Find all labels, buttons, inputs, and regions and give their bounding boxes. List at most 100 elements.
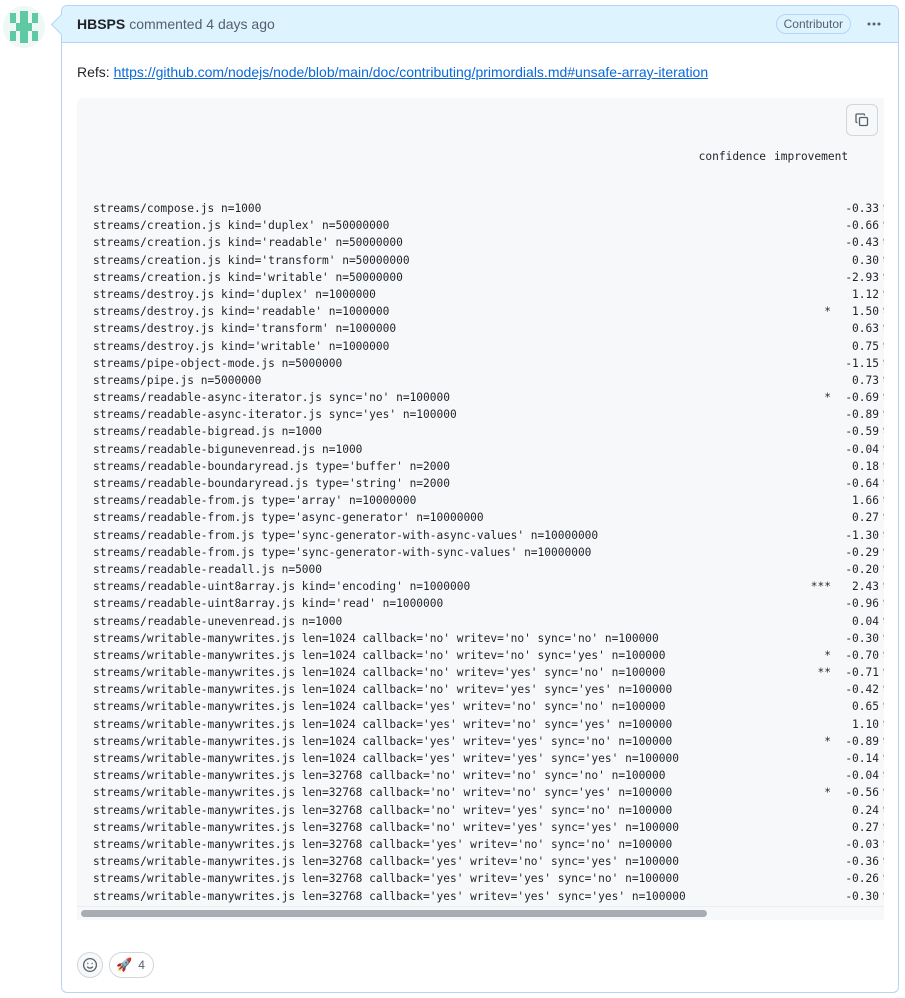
benchmark-name: streams/readable-readall.js n=5000	[93, 562, 323, 576]
avatar[interactable]	[3, 6, 45, 48]
benchmark-name: streams/destroy.js kind='duplex' n=10000…	[93, 287, 376, 301]
benchmark-improvement: 0.27	[852, 820, 879, 834]
benchmark-name: streams/writable-manywrites.js len=32768…	[93, 820, 679, 834]
benchmark-row: streams/pipe.js n=5000000 0.73%	[93, 372, 884, 389]
comment-body: Refs: https://github.com/nodejs/node/blo…	[77, 62, 884, 920]
benchmark-row: streams/destroy.js kind='duplex' n=10000…	[93, 286, 884, 303]
benchmark-confidence: ***	[810, 580, 831, 594]
benchmark-row: streams/writable-manywrites.js len=1024 …	[93, 750, 884, 767]
rocket-emoji: 🚀	[116, 957, 133, 972]
benchmark-percent: %	[879, 303, 884, 320]
benchmark-row: streams/writable-manywrites.js len=1024 …	[93, 698, 884, 715]
benchmark-improvement: -0.66	[845, 219, 879, 233]
benchmark-row: streams/destroy.js kind='readable' n=100…	[93, 303, 884, 320]
benchmark-improvement: -0.03	[845, 837, 879, 851]
benchmark-header-row: confidence improvement	[93, 148, 884, 165]
benchmark-name: streams/readable-async-iterator.js sync=…	[93, 408, 457, 422]
benchmark-name: streams/readable-boundaryread.js type='b…	[93, 459, 450, 473]
add-reaction-button[interactable]	[77, 952, 103, 978]
benchmark-percent: %	[879, 647, 884, 664]
benchmark-confidence	[781, 888, 831, 905]
smiley-icon	[82, 957, 98, 973]
benchmark-confidence	[781, 870, 831, 887]
benchmark-confidence	[781, 698, 831, 715]
benchmark-percent: %	[879, 252, 884, 269]
benchmark-percent: %	[879, 733, 884, 750]
benchmark-name: streams/readable-boundaryread.js type='s…	[93, 477, 450, 490]
benchmark-improvement: -0.70	[845, 648, 879, 662]
benchmark-confidence	[781, 269, 831, 286]
benchmark-confidence	[781, 234, 831, 251]
benchmark-percent: %	[879, 509, 884, 526]
reaction-rocket[interactable]: 🚀 4	[109, 952, 154, 978]
benchmark-confidence	[781, 509, 831, 526]
benchmark-percent: %	[879, 578, 884, 595]
benchmark-confidence	[781, 681, 831, 698]
benchmark-percent: %	[879, 527, 884, 544]
benchmark-improvement: 0.04	[852, 614, 879, 628]
comment-timestamp[interactable]: commented 4 days ago	[129, 16, 275, 32]
benchmark-name: streams/writable-manywrites.js len=32768…	[93, 786, 673, 800]
benchmark-percent: %	[879, 716, 884, 733]
benchmark-percent: %	[879, 613, 884, 630]
benchmark-name: streams/writable-manywrites.js len=1024 …	[93, 666, 666, 680]
benchmark-name: streams/destroy.js kind='writable' n=100…	[93, 339, 390, 353]
benchmark-confidence	[781, 252, 831, 269]
benchmark-improvement: 1.50	[852, 305, 879, 319]
benchmark-confidence	[781, 527, 831, 544]
benchmark-name: streams/pipe-object-mode.js n=5000000	[93, 356, 343, 370]
benchmark-confidence	[781, 767, 831, 784]
benchmark-confidence	[781, 320, 831, 337]
benchmark-name: streams/readable-bigread.js n=1000	[93, 425, 323, 439]
benchmark-name: streams/writable-manywrites.js len=1024 …	[93, 683, 673, 697]
benchmark-confidence	[781, 458, 831, 475]
benchmark-name: streams/writable-manywrites.js len=1024 …	[93, 717, 673, 731]
copy-button[interactable]	[846, 104, 878, 136]
benchmark-percent: %	[879, 372, 884, 389]
benchmark-name: streams/pipe.js n=5000000	[93, 373, 262, 387]
benchmark-percent: %	[879, 269, 884, 286]
benchmark-improvement: -0.43	[845, 236, 879, 250]
benchmark-improvement: 0.65	[852, 700, 879, 714]
benchmark-improvement: 0.24	[852, 803, 879, 817]
benchmark-row: streams/compose.js n=1000 -0.33%	[93, 200, 884, 217]
benchmark-name: streams/writable-manywrites.js len=1024 …	[93, 734, 673, 748]
benchmark-confidence	[781, 802, 831, 819]
improvement-header: improvement	[774, 150, 849, 164]
benchmark-improvement: -0.96	[845, 597, 879, 611]
benchmark-row: streams/readable-unevenread.js n=1000 0.0…	[93, 613, 884, 630]
benchmark-name: streams/writable-manywrites.js len=1024 …	[93, 752, 679, 765]
benchmark-name: streams/writable-manywrites.js len=32768…	[93, 803, 673, 817]
benchmark-improvement: -1.15	[845, 356, 879, 370]
benchmark-confidence: *	[824, 786, 831, 800]
kebab-horizontal-icon[interactable]	[862, 12, 886, 36]
benchmark-improvement: -0.64	[845, 477, 879, 490]
benchmark-percent: %	[879, 200, 884, 217]
scrollbar-thumb[interactable]	[81, 910, 707, 917]
benchmark-improvement: -0.30	[845, 889, 879, 903]
benchmark-improvement: -0.69	[845, 391, 879, 405]
benchmark-row: streams/writable-manywrites.js len=1024 …	[93, 716, 884, 733]
benchmark-name: streams/readable-uint8array.js kind='rea…	[93, 597, 444, 611]
benchmark-improvement: -0.59	[845, 425, 879, 439]
benchmark-confidence: *	[824, 648, 831, 662]
benchmark-row: streams/writable-manywrites.js len=32768…	[93, 767, 884, 784]
benchmark-row: streams/writable-manywrites.js len=32768…	[93, 888, 884, 905]
comment-box: HBSPS commented 4 days ago Contributor R…	[61, 5, 899, 993]
benchmark-improvement: -0.29	[845, 545, 879, 559]
benchmark-confidence	[781, 217, 831, 234]
benchmark-name: streams/readable-from.js type='array' n=…	[93, 494, 417, 508]
benchmark-row: streams/readable-from.js type='sync-gene…	[93, 527, 884, 544]
benchmark-improvement: 0.30	[852, 253, 879, 267]
benchmark-confidence	[781, 630, 831, 647]
comment-author[interactable]: HBSPS	[77, 16, 125, 32]
benchmark-percent: %	[879, 475, 884, 492]
benchmark-confidence	[781, 750, 831, 767]
refs-link[interactable]: https://github.com/nodejs/node/blob/main…	[114, 64, 709, 80]
benchmark-improvement: 2.43	[852, 580, 879, 594]
horizontal-scrollbar[interactable]	[77, 906, 884, 920]
benchmark-confidence: *	[824, 391, 831, 405]
benchmark-improvement: 0.27	[852, 511, 879, 525]
reactions-bar: 🚀 4	[77, 952, 154, 978]
benchmark-row: streams/readable-uint8array.js kind='enc…	[93, 578, 884, 595]
